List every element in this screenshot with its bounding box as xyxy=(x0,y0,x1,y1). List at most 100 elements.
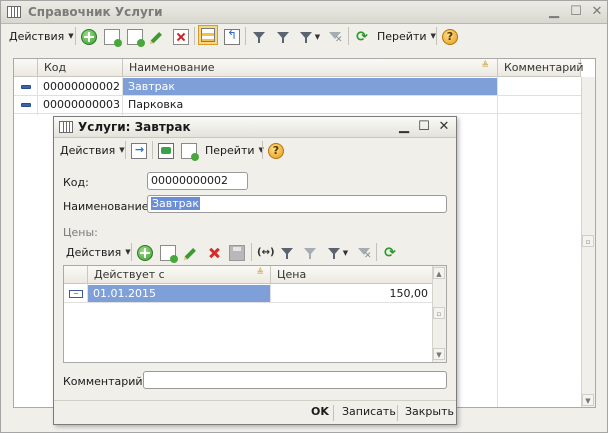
copy-button[interactable] xyxy=(126,27,145,47)
dialog-title-bar[interactable]: Услуги: Завтрак ▁ ☐ ✕ xyxy=(54,117,456,138)
actions-menu-label: Действия xyxy=(9,29,65,43)
ok-button[interactable]: OK xyxy=(311,405,329,418)
code-cell: 00000000003 xyxy=(43,98,120,111)
filter-set-button[interactable] xyxy=(250,27,268,47)
code-column-header[interactable]: Код xyxy=(38,59,123,77)
record-marker-icon: ~ xyxy=(69,290,83,298)
refresh-icon: ⟳ xyxy=(356,29,368,45)
name-label: Наименование: xyxy=(63,200,153,213)
close-icon[interactable]: ✕ xyxy=(588,4,606,20)
filter-off-icon xyxy=(356,245,372,261)
maximize-icon[interactable]: ☐ xyxy=(416,119,432,135)
prices-move-button[interactable]: (↔) xyxy=(255,243,275,263)
scroll-down-arrow-icon[interactable]: ▼ xyxy=(433,348,445,360)
comment-label: Комментарий: xyxy=(63,375,147,388)
table-window-icon xyxy=(7,6,21,18)
refresh-button[interactable]: ⟳ xyxy=(353,27,371,47)
save-and-close-button[interactable] xyxy=(130,141,148,161)
edit-button[interactable] xyxy=(148,27,166,47)
scroll-down-arrow-icon[interactable]: ▼ xyxy=(582,394,594,406)
tree-view-toggle[interactable] xyxy=(198,25,218,45)
filter-value-icon xyxy=(275,29,291,45)
code-field[interactable]: 00000000002 xyxy=(147,172,248,190)
add-group-icon xyxy=(104,29,122,47)
comment-cell xyxy=(498,96,581,113)
prices-actions-menu-button[interactable]: Действия ▼ xyxy=(63,242,131,262)
valid-from-column-label: Действует с xyxy=(94,268,165,281)
filter-by-value-button[interactable] xyxy=(274,27,292,47)
table-row[interactable]: 00000000003 Парковка xyxy=(14,96,581,114)
filter-history-icon xyxy=(298,29,314,45)
scroll-up-arrow-icon[interactable]: ▲ xyxy=(433,267,445,279)
prices-edit-button[interactable] xyxy=(182,243,200,263)
prices-filter-off-button[interactable] xyxy=(355,243,373,263)
save-button[interactable]: Записать xyxy=(342,405,396,418)
scroll-thumb[interactable]: ▫ xyxy=(433,307,445,319)
outer-title-bar[interactable]: Справочник Услуги ▁ ☐ ✕ xyxy=(1,1,607,24)
toolbar-separator xyxy=(436,27,437,45)
comment-cell xyxy=(498,78,581,95)
close-icon[interactable]: ✕ xyxy=(436,119,452,135)
comment-field[interactable] xyxy=(143,371,447,389)
scroll-thumb[interactable]: ▫ xyxy=(582,235,594,247)
save-and-close-icon xyxy=(131,143,147,159)
comment-column-header[interactable]: Комментарий xyxy=(498,59,584,77)
valid-from-column-header[interactable]: Действует с ≜ xyxy=(88,266,271,284)
name-column-label: Наименование xyxy=(129,61,215,74)
delete-icon xyxy=(173,29,189,45)
prices-table[interactable]: Действует с ≜ Цена ~ 01.01.2015 150,00 ▲… xyxy=(63,265,447,363)
column-divider xyxy=(497,77,498,407)
parent-level-button[interactable] xyxy=(223,27,241,47)
mark-delete-button[interactable] xyxy=(172,27,190,47)
add-button[interactable] xyxy=(80,27,98,47)
prices-filter-set-button[interactable] xyxy=(278,243,296,263)
goto-menu-button[interactable]: Перейти ▼ xyxy=(374,26,436,46)
sort-icon: ≜ xyxy=(256,268,264,278)
reread-button[interactable] xyxy=(157,141,175,161)
help-button[interactable]: ? xyxy=(441,27,459,47)
filter-off-icon xyxy=(327,29,343,45)
name-field-selected-text: Завтрак xyxy=(151,197,201,210)
filter-history-button[interactable]: ▼ xyxy=(296,27,322,47)
sort-icon: ≜ xyxy=(481,61,489,71)
actions-menu-button[interactable]: Действия ▼ xyxy=(6,26,74,46)
minimize-icon[interactable]: ▁ xyxy=(545,4,563,20)
item-marker-icon xyxy=(21,85,31,89)
goto-menu-label: Перейти xyxy=(377,29,427,43)
prices-delete-button[interactable] xyxy=(205,243,223,263)
dropdown-arrow-icon: ▼ xyxy=(125,248,131,256)
code-label: Код: xyxy=(63,176,89,189)
prices-save-button[interactable] xyxy=(228,243,246,263)
prices-refresh-button[interactable]: ⟳ xyxy=(381,243,399,263)
toolbar-separator xyxy=(75,27,76,45)
name-field[interactable]: Завтрак xyxy=(147,195,447,213)
outer-vertical-scrollbar[interactable]: ▫ ▼ xyxy=(581,77,595,407)
close-button[interactable]: Закрыть xyxy=(405,405,454,418)
price-column-header[interactable]: Цена xyxy=(271,266,433,284)
prices-add-button[interactable] xyxy=(136,243,154,263)
prices-copy-button[interactable] xyxy=(159,243,178,263)
actions-menu-button[interactable]: Действия ▼ xyxy=(57,140,125,160)
pencil-icon xyxy=(146,26,169,49)
prices-filter-history-button[interactable]: ▼ xyxy=(324,243,350,263)
prices-actions-menu-label: Действия xyxy=(66,245,122,259)
maximize-icon[interactable]: ☐ xyxy=(567,4,585,20)
goto-menu-button[interactable]: Перейти ▼ xyxy=(202,140,264,160)
help-button[interactable]: ? xyxy=(267,141,285,161)
prices-filter-value-button[interactable] xyxy=(301,243,319,263)
prices-vertical-scrollbar[interactable]: ▲ ▫ ▼ xyxy=(432,266,446,362)
valid-from-cell: 01.01.2015 xyxy=(88,285,270,302)
dropdown-arrow-icon: ▼ xyxy=(68,32,74,40)
copy-icon xyxy=(160,245,178,263)
table-row[interactable]: ~ 01.01.2015 150,00 xyxy=(64,285,433,303)
filter-history-icon xyxy=(326,245,342,261)
add-icon xyxy=(81,29,97,45)
copy-icon xyxy=(181,143,199,161)
table-row[interactable]: 00000000002 Завтрак xyxy=(14,78,581,96)
filter-off-button[interactable] xyxy=(326,27,344,47)
add-group-button[interactable] xyxy=(103,27,122,47)
copy-button[interactable] xyxy=(180,141,199,161)
item-marker-icon xyxy=(21,103,31,107)
minimize-icon[interactable]: ▁ xyxy=(396,119,412,135)
name-column-header[interactable]: Наименование ≜ xyxy=(123,59,498,77)
